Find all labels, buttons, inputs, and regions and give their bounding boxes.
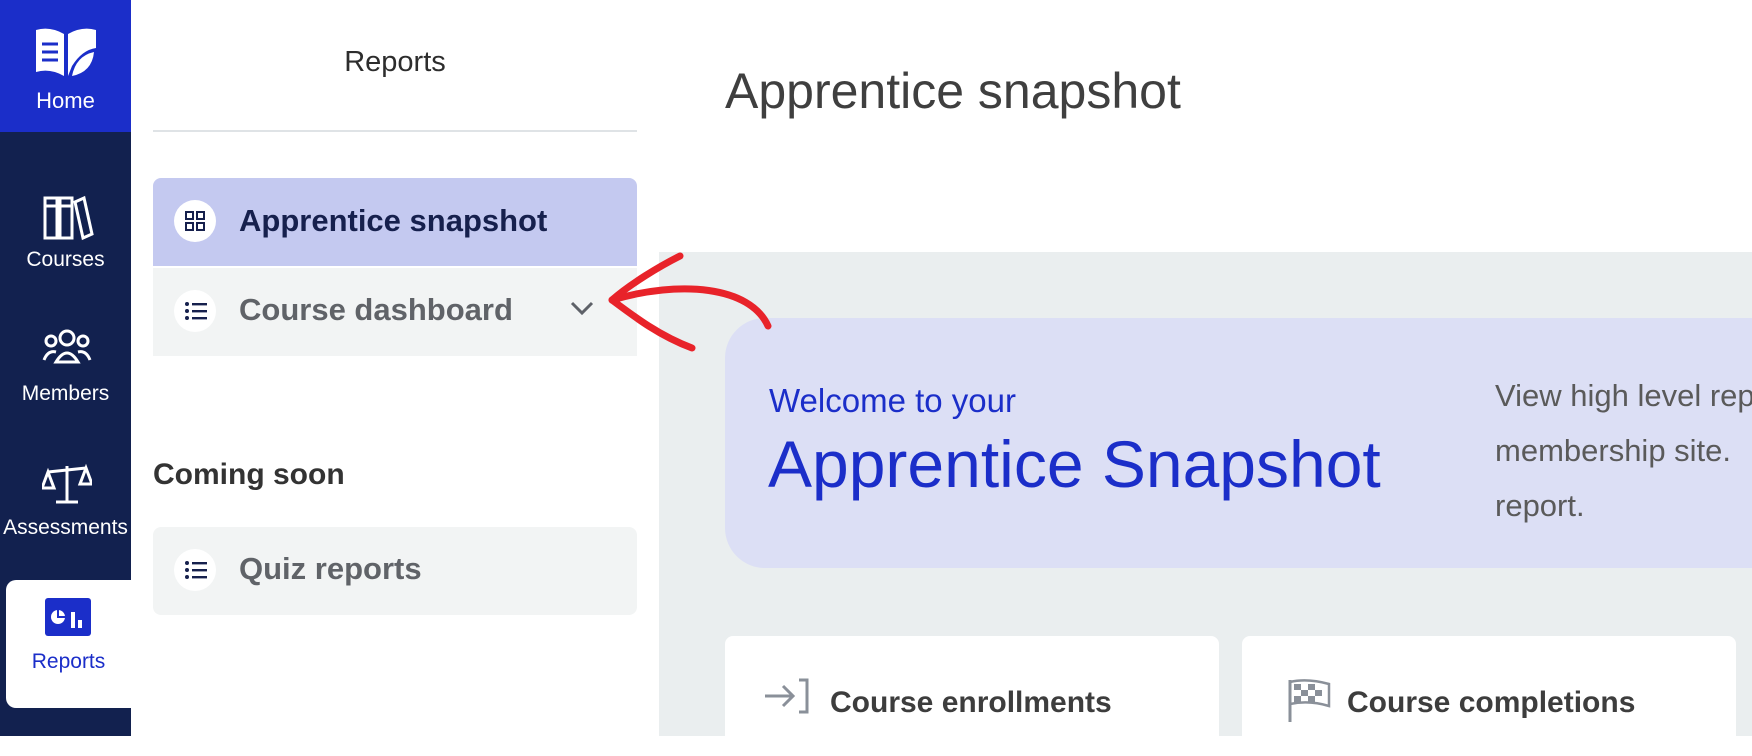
page-title: Apprentice snapshot xyxy=(725,63,1181,119)
book-leaf-icon xyxy=(36,28,96,77)
sidebar-item-quiz-reports[interactable]: Quiz reports xyxy=(153,527,637,615)
rail-item-assessments[interactable]: Assessments xyxy=(0,446,131,574)
left-rail: Home Courses Members Assessments Reports xyxy=(0,0,131,736)
rail-item-members[interactable]: Members xyxy=(0,312,131,440)
card-label: Course completions xyxy=(1347,686,1636,719)
chevron-down-icon[interactable] xyxy=(569,298,595,318)
rail-item-label: Reports xyxy=(31,650,106,673)
list-icon xyxy=(174,290,216,332)
rail-home-button[interactable]: Home xyxy=(0,0,131,132)
sidebar-item-label: Quiz reports xyxy=(239,551,422,586)
coming-soon-heading: Coming soon xyxy=(153,458,345,491)
sidebar-item-apprentice-snapshot[interactable]: Apprentice snapshot xyxy=(153,178,637,266)
course-completions-card[interactable]: Course completions xyxy=(1242,636,1736,756)
books-icon xyxy=(43,195,94,241)
card-label: Course enrollments xyxy=(830,686,1112,719)
grid-icon xyxy=(174,200,216,242)
rail-home-label: Home xyxy=(36,88,95,113)
rail-item-label: Assessments xyxy=(3,516,128,539)
welcome-description-line: membership site. xyxy=(1495,433,1732,468)
welcome-subtitle: Welcome to your xyxy=(769,382,1016,419)
rail-item-label: Courses xyxy=(26,248,105,271)
welcome-description: View high level rep membership site. rep… xyxy=(1495,368,1752,533)
checkered-flag-icon xyxy=(1288,679,1331,722)
course-enrollments-card[interactable]: Course enrollments xyxy=(725,636,1219,756)
list-icon xyxy=(174,549,216,591)
members-icon xyxy=(42,329,92,364)
rail-item-courses[interactable]: Courses xyxy=(0,178,131,306)
enroll-icon xyxy=(765,678,809,714)
welcome-banner: Welcome to your Apprentice Snapshot View… xyxy=(725,318,1752,568)
rail-item-label: Members xyxy=(21,382,110,405)
reports-icon xyxy=(45,598,91,636)
welcome-description-line: View high level rep xyxy=(1495,378,1752,413)
rail-item-reports[interactable]: Reports xyxy=(6,580,131,708)
sidebar-item-course-dashboard[interactable]: Course dashboard xyxy=(153,268,637,356)
sidebar-divider xyxy=(153,130,637,132)
welcome-description-line: report. xyxy=(1495,488,1585,523)
annotation-arrow-icon xyxy=(608,252,772,352)
sidebar-item-label: Course dashboard xyxy=(239,292,513,327)
sidebar-item-label: Apprentice snapshot xyxy=(239,203,548,238)
sidebar-title: Reports xyxy=(344,46,446,78)
scales-icon xyxy=(42,463,92,504)
welcome-title: Apprentice Snapshot xyxy=(768,427,1381,501)
